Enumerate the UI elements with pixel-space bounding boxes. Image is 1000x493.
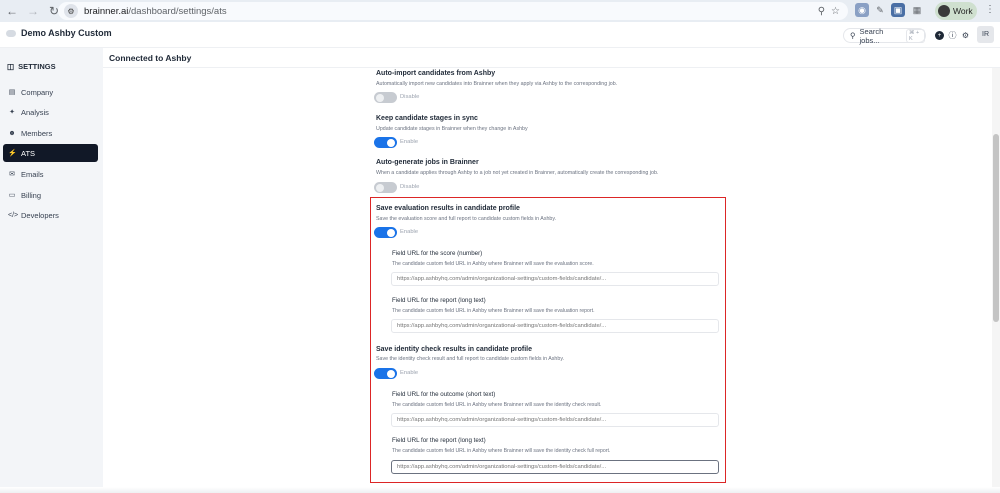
identity-report-field-url-input[interactable] <box>391 460 719 474</box>
search-icon: ⚲ <box>850 31 856 40</box>
extensions-puzzle-icon[interactable]: ▦ <box>910 3 924 17</box>
forward-icon[interactable]: → <box>24 2 42 20</box>
setting-desc-save-identity: Save the identity check result and full … <box>376 356 565 362</box>
panel-icon: ◫ <box>7 62 15 71</box>
zoom-icon[interactable]: ⚲ <box>818 6 825 17</box>
browser-toolbar: ← → ↻ ⚙ brainner.ai/dashboard/settings/a… <box>0 0 1000 22</box>
credit-card-icon: ▭ <box>8 192 16 199</box>
setting-title-save-evaluation: Save evaluation results in candidate pro… <box>376 205 520 212</box>
wand-icon: ✦ <box>9 109 15 116</box>
setting-desc-stage-sync: Update candidate stages in Brainner when… <box>376 126 528 132</box>
gear-icon[interactable]: ⚙ <box>961 31 970 40</box>
sidebar-section-label: ◫ SETTINGS <box>7 62 56 71</box>
back-icon[interactable]: ← <box>3 2 21 20</box>
field-desc-outcome: The candidate custom field URL in Ashby … <box>392 402 602 408</box>
field-title-identity-report: Field URL for the report (long text) <box>392 437 486 444</box>
toggle-label-save-evaluation: Enable <box>400 229 419 235</box>
setting-title-auto-generate: Auto-generate jobs in Brainner <box>376 159 479 166</box>
app-header: Demo Ashby Custom ⚲ Search jobs... ⌘ + K… <box>0 22 1000 48</box>
toggle-save-evaluation[interactable] <box>374 227 397 238</box>
field-title-evaluation-report: Field URL for the report (long text) <box>392 297 486 304</box>
sidebar-item-company[interactable]: ▤ Company <box>3 83 98 101</box>
plug-icon: ⚡ <box>8 150 17 157</box>
profile-avatar <box>938 5 950 17</box>
sidebar-item-billing[interactable]: ▭ Billing <box>3 186 98 204</box>
toggle-label-stage-sync: Enable <box>400 139 419 145</box>
sidebar-item-emails[interactable]: ✉ Emails <box>3 165 98 183</box>
address-bar[interactable]: ⚙ brainner.ai/dashboard/settings/ats ⚲ ☆ <box>58 2 848 20</box>
sidebar-item-developers[interactable]: </> Developers <box>3 206 98 224</box>
sidebar-item-analysis[interactable]: ✦ Analysis <box>3 103 98 121</box>
url-path: /dashboard/settings/ats <box>128 5 227 17</box>
site-settings-icon[interactable]: ⚙ <box>64 4 78 18</box>
building-icon: ▤ <box>8 89 16 96</box>
sidebar: ◫ SETTINGS ▤ Company ✦ Analysis ☻ Member… <box>0 48 103 493</box>
page-title-bar: Connected to Ashby <box>103 48 1000 68</box>
setting-title-save-identity: Save identity check results in candidate… <box>376 346 532 353</box>
field-title-outcome: Field URL for the outcome (short text) <box>392 391 496 398</box>
toggle-label-auto-generate: Disable <box>400 184 420 190</box>
user-avatar[interactable]: IR <box>977 26 994 43</box>
outcome-field-url-input[interactable] <box>391 413 719 427</box>
profile-label: Work <box>953 6 973 16</box>
bottom-edge <box>0 487 1000 493</box>
extension-square-icon[interactable]: ▣ <box>891 3 905 17</box>
setting-title-stage-sync: Keep candidate stages in sync <box>376 115 478 122</box>
toggle-auto-import[interactable] <box>374 92 397 103</box>
page-title: Connected to Ashby <box>109 53 192 63</box>
scrollbar-thumb[interactable] <box>993 134 999 322</box>
workspace-switcher[interactable]: Demo Ashby Custom <box>6 28 112 38</box>
setting-desc-auto-generate: When a candidate applies through Ashby t… <box>376 170 659 176</box>
help-icon[interactable]: ⓘ <box>948 31 957 40</box>
profile-button[interactable]: Work <box>935 2 977 20</box>
evaluation-report-field-url-input[interactable] <box>391 319 719 333</box>
setting-desc-save-evaluation: Save the evaluation score and full repor… <box>376 216 557 222</box>
toggle-auto-generate[interactable] <box>374 182 397 193</box>
setting-desc-auto-import: Automatically import new candidates into… <box>376 81 618 87</box>
toggle-stage-sync[interactable] <box>374 137 397 148</box>
toggle-save-identity[interactable] <box>374 368 397 379</box>
field-desc-score: The candidate custom field URL in Ashby … <box>392 261 594 267</box>
setting-title-auto-import: Auto-import candidates from Ashby <box>376 70 496 77</box>
bookmark-star-icon[interactable]: ☆ <box>831 6 840 17</box>
search-placeholder: Search jobs... <box>859 26 884 45</box>
extension-pen-icon[interactable]: ✎ <box>873 3 887 17</box>
field-title-score: Field URL for the score (number) <box>392 250 483 257</box>
extension-shield-icon[interactable]: ◉ <box>855 3 869 17</box>
mail-icon: ✉ <box>9 171 15 178</box>
browser-menu-icon[interactable]: ⋮ <box>985 4 995 15</box>
field-desc-evaluation-report: The candidate custom field URL in Ashby … <box>392 308 595 314</box>
code-icon: </> <box>8 211 19 219</box>
search-jobs-button[interactable]: ⚲ Search jobs... ⌘ + K <box>843 26 926 45</box>
url-host: brainner.ai <box>84 5 129 17</box>
sidebar-item-ats[interactable]: ⚡ ATS <box>3 144 98 162</box>
field-desc-identity-report: The candidate custom field URL in Ashby … <box>392 448 611 454</box>
sidebar-item-members[interactable]: ☻ Members <box>3 124 98 142</box>
users-icon: ☻ <box>8 129 16 137</box>
search-shortcut: ⌘ + K <box>906 28 925 43</box>
add-icon[interactable]: + <box>935 31 944 40</box>
toggle-label-auto-import: Disable <box>400 94 420 100</box>
cloud-icon <box>6 29 16 37</box>
toggle-label-save-identity: Enable <box>400 370 419 376</box>
score-field-url-input[interactable] <box>391 272 719 286</box>
workspace-name: Demo Ashby Custom <box>21 28 112 38</box>
